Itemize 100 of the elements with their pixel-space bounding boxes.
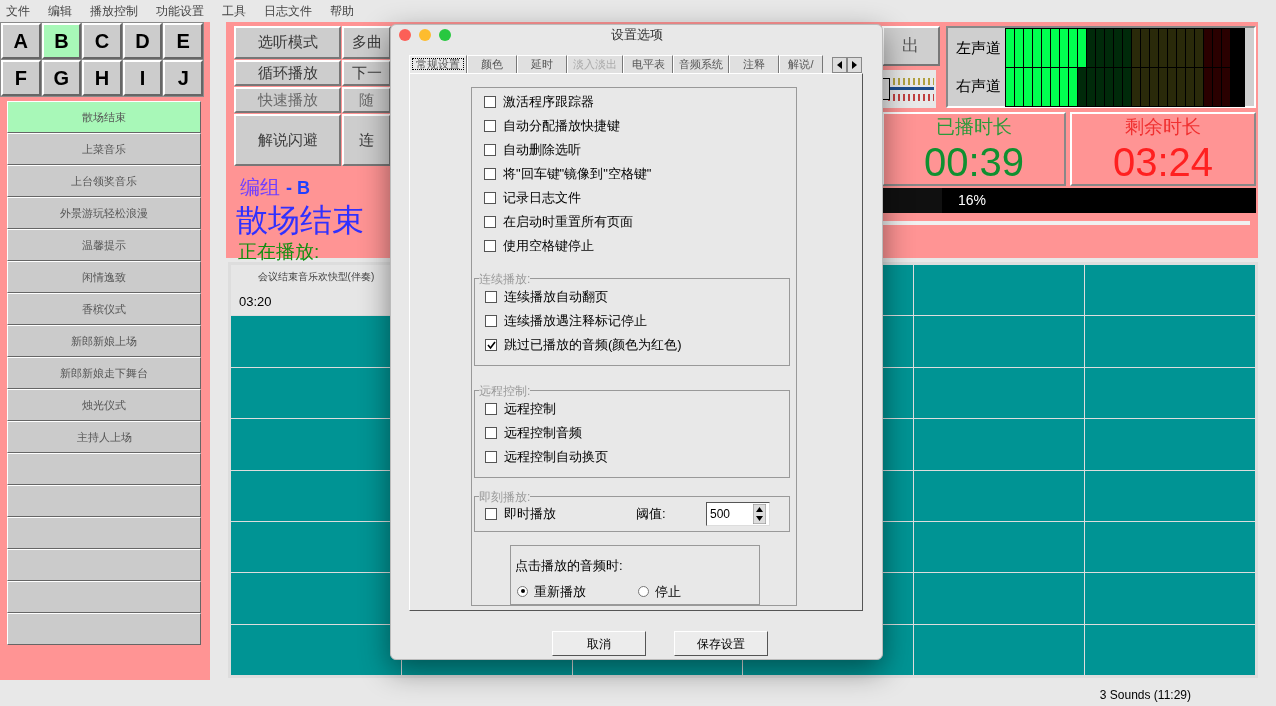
checkbox[interactable]: [485, 291, 497, 303]
mode-button[interactable]: 连: [342, 114, 391, 166]
group-tab[interactable]: H: [82, 60, 122, 96]
cue-slot[interactable]: [914, 624, 1085, 675]
checkbox[interactable]: [484, 240, 496, 252]
group-tab[interactable]: I: [122, 60, 163, 96]
checkbox-label: 将"回车键"镜像到"空格键": [503, 165, 652, 184]
mode-button[interactable]: 选听模式: [234, 26, 341, 59]
volume-slider[interactable]: [882, 70, 936, 108]
now-playing-title: 散场结束: [235, 202, 364, 238]
settings-tab[interactable]: 电平表: [623, 55, 673, 73]
playlist-item[interactable]: 散场结束: [7, 101, 201, 133]
group-tab[interactable]: C: [82, 23, 122, 59]
playlist-item[interactable]: 闲情逸致: [7, 261, 201, 293]
group-title: 远程控制:: [479, 382, 531, 400]
settings-tab[interactable]: 注释: [729, 55, 779, 73]
group-tab[interactable]: E: [163, 23, 203, 59]
playlist-item[interactable]: 温馨提示: [7, 229, 201, 261]
playlist-item[interactable]: 新郎新娘走下舞台: [7, 357, 201, 389]
checkbox[interactable]: [484, 96, 496, 108]
dialog-button[interactable]: 取消: [552, 631, 646, 656]
settings-tab[interactable]: 音频系统: [673, 55, 729, 73]
progress-text: 16%: [958, 191, 987, 210]
menu-item[interactable]: 工具: [222, 2, 246, 20]
checkbox-label: 激活程序跟踪器: [503, 93, 594, 112]
playlist-slot[interactable]: [7, 613, 201, 645]
menu-item[interactable]: 功能设置: [156, 2, 204, 20]
remaining-label: 剩余时长: [1125, 115, 1201, 139]
group-title: 点击播放的音频时:: [515, 557, 624, 576]
tab-scroll-left-button[interactable]: [832, 57, 847, 73]
cue-slot[interactable]: [914, 367, 1085, 419]
group-tab[interactable]: B: [41, 23, 82, 59]
group-tab[interactable]: J: [163, 60, 203, 96]
checkbox[interactable]: [485, 315, 497, 327]
mode-button[interactable]: 解说闪避: [234, 114, 341, 166]
elapsed-label: 已播时长: [936, 115, 1012, 139]
cue-slot[interactable]: [914, 521, 1085, 573]
radio-button[interactable]: [517, 586, 528, 597]
settings-tab[interactable]: 延时: [517, 55, 567, 73]
cue-duration: 03:20: [239, 292, 273, 311]
checkbox[interactable]: [485, 427, 497, 439]
playlist-slot[interactable]: [7, 453, 201, 485]
threshold-label: 阈值:: [636, 505, 667, 524]
settings-tab[interactable]: 常规设置: [409, 55, 467, 73]
checkbox[interactable]: [484, 120, 496, 132]
close-icon[interactable]: [399, 29, 411, 41]
checkbox[interactable]: [485, 339, 497, 351]
playlist-slot[interactable]: [7, 581, 201, 613]
tab-scroll-right-button[interactable]: [847, 57, 862, 73]
menu-item[interactable]: 日志文件: [264, 2, 312, 20]
status-text: 3 Sounds (11:29): [1099, 687, 1191, 704]
mode-button[interactable]: 循环播放: [234, 60, 341, 86]
cue-slot[interactable]: [914, 265, 1085, 316]
checkbox[interactable]: [484, 144, 496, 156]
group-tab[interactable]: F: [1, 60, 41, 96]
checkbox[interactable]: [485, 451, 497, 463]
menu-item[interactable]: 文件: [6, 2, 30, 20]
playlist-slot[interactable]: [7, 485, 201, 517]
playlist-slot[interactable]: [7, 549, 201, 581]
cue-slot[interactable]: [914, 470, 1085, 521]
settings-tab[interactable]: 解说/: [779, 55, 823, 73]
checkbox[interactable]: [484, 216, 496, 228]
group-title: 即刻播放:: [479, 488, 531, 506]
menu-item[interactable]: 帮助: [330, 2, 354, 20]
checkbox-label: 跳过已播放的音频(颜色为红色): [504, 336, 682, 355]
group-tab[interactable]: A: [1, 23, 41, 59]
checkbox-label: 自动删除选听: [503, 141, 581, 160]
radio-label: 停止: [655, 582, 681, 601]
checkbox-label: 远程控制: [504, 400, 556, 419]
checkbox-label: 自动分配播放快捷键: [503, 117, 620, 136]
settings-tab[interactable]: 颜色: [467, 55, 517, 73]
checkbox[interactable]: [484, 168, 496, 180]
playlist-item[interactable]: 外景游玩轻松浪漫: [7, 197, 201, 229]
radio-button[interactable]: [638, 586, 649, 597]
mode-button[interactable]: 多曲: [342, 26, 391, 59]
playlist-item[interactable]: 香槟仪式: [7, 293, 201, 325]
exit-button[interactable]: 出: [882, 26, 940, 66]
playlist-slot[interactable]: [7, 517, 201, 549]
checkbox-label: 远程控制音频: [504, 424, 582, 443]
checkbox[interactable]: [485, 508, 497, 521]
playlist-item[interactable]: 新郎新娘上场: [7, 325, 201, 357]
menu-item[interactable]: 播放控制: [90, 2, 138, 20]
playlist-item[interactable]: 烛光仪式: [7, 389, 201, 421]
cue-slot[interactable]: [231, 624, 401, 675]
spinner-arrows-icon[interactable]: [753, 504, 766, 525]
checkbox[interactable]: [485, 403, 497, 415]
cue-slot[interactable]: [1085, 521, 1255, 573]
threshold-spinner[interactable]: 500: [706, 502, 770, 527]
checkbox[interactable]: [484, 192, 496, 204]
elapsed-time: 00:39: [923, 140, 1025, 184]
playlist-item[interactable]: 上台领奖音乐: [7, 165, 201, 197]
playlist-item[interactable]: 上菜音乐: [7, 133, 201, 165]
playlist-item[interactable]: 主持人上场: [7, 421, 201, 453]
checkbox-label: 在启动时重置所有页面: [503, 213, 633, 232]
dialog-button[interactable]: 保存设置: [674, 631, 768, 656]
group-tab[interactable]: G: [41, 60, 82, 96]
menu-item[interactable]: 编辑: [48, 2, 72, 20]
cue-slot[interactable]: [1085, 367, 1255, 419]
mode-button[interactable]: 下一: [342, 60, 391, 86]
group-tab[interactable]: D: [122, 23, 163, 59]
